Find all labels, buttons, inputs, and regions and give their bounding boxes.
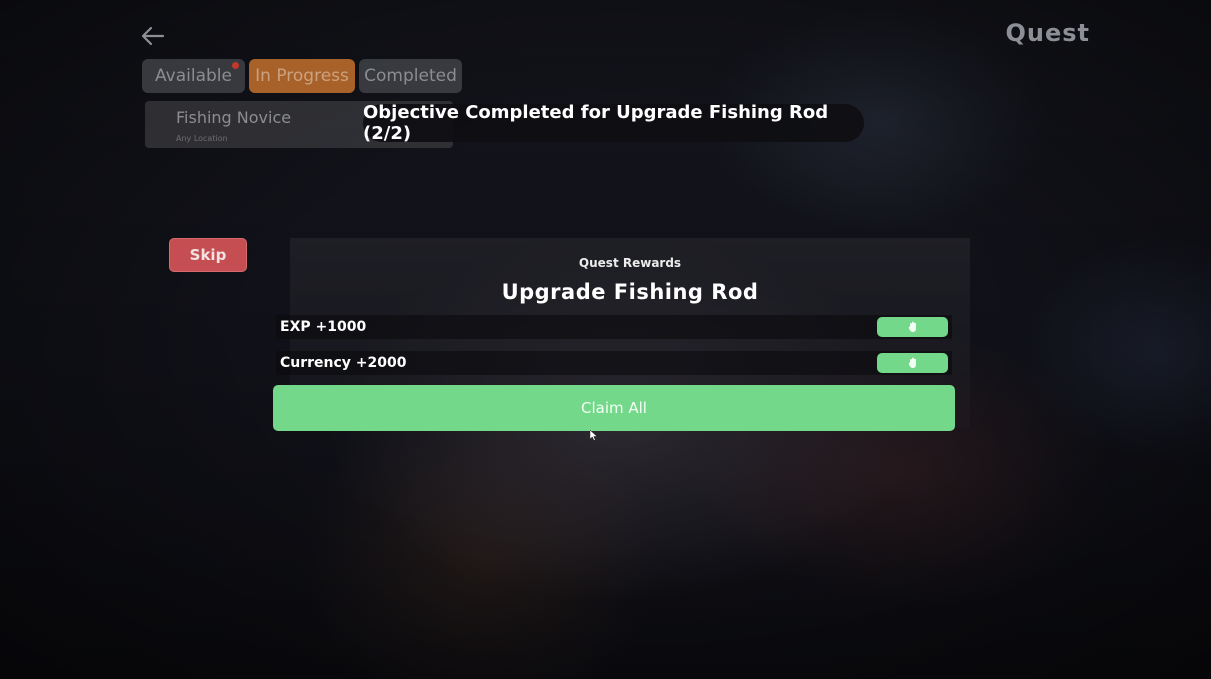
hand-icon [908, 357, 916, 368]
objective-toast: Objective Completed for Upgrade Fishing … [363, 102, 864, 144]
tab-in-progress[interactable]: In Progress [249, 59, 355, 93]
quest-name: Fishing Novice [176, 108, 292, 127]
claim-all-button[interactable]: Claim All [273, 385, 955, 431]
claim-reward-button[interactable] [877, 317, 948, 337]
claim-reward-button[interactable] [877, 353, 948, 373]
reward-label: Currency +2000 [280, 355, 407, 371]
tab-in-progress-label: In Progress [255, 66, 349, 86]
hand-icon [908, 321, 916, 332]
cursor-icon [589, 426, 598, 445]
reward-label: EXP +1000 [280, 319, 367, 335]
page-title: Quest [1005, 19, 1090, 47]
rewards-quest-title: Upgrade Fishing Rod [501, 280, 759, 304]
tab-completed[interactable]: Completed [359, 59, 462, 93]
rewards-heading: Quest Rewards [578, 256, 682, 270]
arrow-left-icon [141, 26, 165, 46]
quest-tabs: Available In Progress Completed [142, 59, 462, 93]
tab-available-label: Available [155, 66, 232, 86]
skip-button[interactable]: Skip [169, 238, 247, 272]
quest-location: Any Location [176, 134, 228, 143]
tab-available[interactable]: Available [142, 59, 245, 93]
reward-row-exp: EXP +1000 [276, 315, 952, 339]
notification-dot [232, 62, 239, 69]
reward-row-currency: Currency +2000 [276, 351, 952, 375]
back-button[interactable] [137, 20, 169, 52]
tab-completed-label: Completed [364, 66, 457, 86]
